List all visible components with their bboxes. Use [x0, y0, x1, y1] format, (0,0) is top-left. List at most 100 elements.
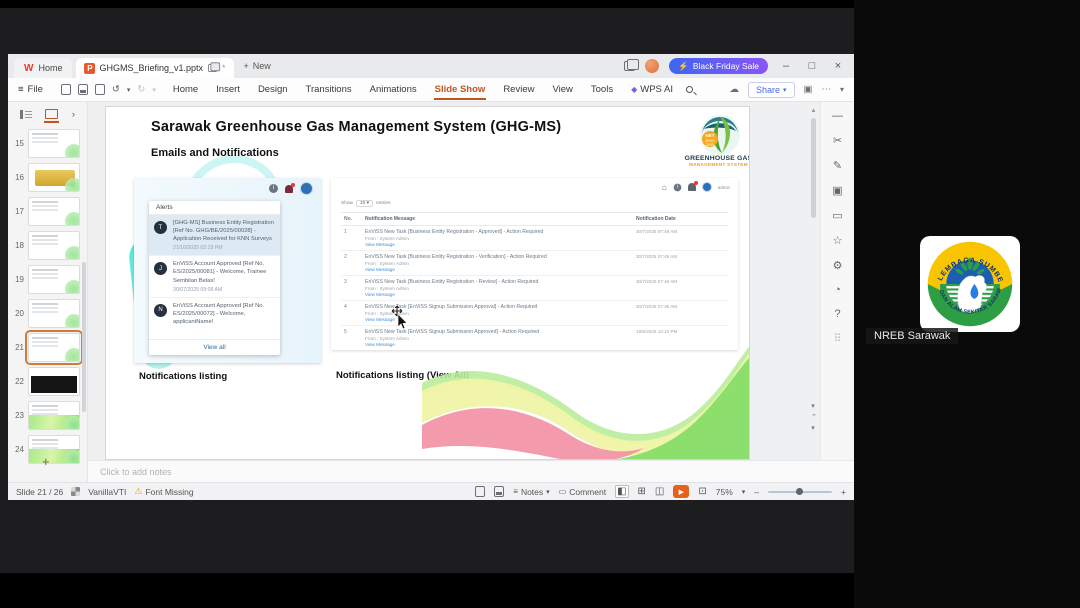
slide-thumbnail-22[interactable] [28, 366, 80, 396]
slide-thumbnail-18[interactable] [28, 230, 80, 260]
ribbon-layout-icon[interactable]: ▣ [804, 84, 813, 95]
status-bar: Slide 21 / 26 VanillaVTI ⚠ Font Missing … [8, 482, 854, 500]
zoom-out-button[interactable]: – [754, 487, 759, 497]
theme-name[interactable]: VanillaVTI [88, 487, 126, 497]
slide-thumbnail-16[interactable] [28, 162, 80, 192]
collapse-strip-icon[interactable]: — [832, 110, 843, 122]
ghgms-logo-text: GREENHOUSE GAS MANAGEMENT SYSTEM [684, 155, 750, 167]
handout-icon[interactable] [494, 486, 505, 497]
menu-design[interactable]: Design [249, 84, 297, 95]
slide-thumbnail-21-selected[interactable] [25, 329, 83, 365]
menu-wps-ai[interactable]: ◆ WPS AI [622, 84, 682, 95]
window-tab-bar: W Home P GHGMS_Briefing_v1.pptx * + New … [8, 54, 854, 78]
notes-input-bar[interactable]: Click to add notes [88, 460, 854, 482]
zoom-slider-handle[interactable] [796, 488, 804, 495]
settings-pane-icon[interactable]: ⚙ [833, 259, 843, 272]
info-icon: i [269, 184, 278, 193]
search-icon[interactable] [685, 86, 693, 93]
slide-thumbnail-20[interactable] [28, 298, 80, 328]
apps-grid-icon[interactable]: ⠿ [833, 332, 841, 345]
fullscreen-button[interactable]: ⊡ [698, 486, 706, 497]
zoom-percentage[interactable]: 75% [716, 487, 733, 497]
panel-scrollbar[interactable] [82, 262, 86, 412]
account-avatar[interactable] [645, 59, 660, 73]
help-icon[interactable]: ? [834, 308, 840, 320]
slide-thumbnail-15[interactable] [28, 128, 80, 158]
scroll-up-icon[interactable]: ▴ [812, 107, 816, 114]
admin-avatar-icon [701, 182, 712, 192]
slide-thumbnail-17[interactable] [28, 196, 80, 226]
slide-21-content[interactable]: Sarawak Greenhouse Gas Management System… [105, 106, 750, 460]
new-tab-button[interactable]: + New [244, 61, 271, 71]
close-button[interactable]: × [830, 60, 846, 72]
minimize-button[interactable]: – [778, 60, 794, 72]
menu-slide-show[interactable]: Slide Show [426, 84, 495, 100]
comment-toggle[interactable]: ▭ Comment [559, 487, 606, 497]
alerts-screenshot: i Alerts T [GHG-MS] Business Entity Regi… [134, 178, 321, 363]
outline-view-icon[interactable] [19, 109, 32, 119]
comment-pane-icon[interactable]: ▭ [832, 209, 842, 222]
redo-caret-icon[interactable]: ▾ [152, 86, 156, 94]
tools-icon[interactable]: ✂ [833, 134, 842, 147]
black-friday-sale-button[interactable]: ⚡ Black Friday Sale [669, 58, 768, 74]
slide-nav-buttons[interactable]: ▾ ⌃ ▾ [808, 402, 818, 432]
document-tab[interactable]: P GHGMS_Briefing_v1.pptx * [76, 58, 234, 78]
more-options-icon[interactable]: ⋯ [821, 84, 831, 95]
zoom-slider[interactable] [768, 488, 833, 495]
home-tab[interactable]: W Home [14, 58, 73, 78]
edit-effects-icon[interactable]: ✎ [833, 159, 842, 172]
play-icon: ▶ [678, 488, 685, 496]
history-pane-icon[interactable]: ◔ [834, 284, 841, 296]
file-menu[interactable]: ≡ File [8, 84, 53, 95]
share-label: Share [755, 84, 780, 95]
slideshow-play-button[interactable]: ▶ [673, 485, 690, 498]
shapes-pane-icon[interactable]: ▣ [832, 184, 842, 197]
print-icon[interactable] [77, 84, 88, 95]
mouse-cursor [391, 305, 408, 330]
alert-avatar: J [154, 262, 167, 276]
menu-review[interactable]: Review [494, 84, 543, 95]
tab-split-icon[interactable] [208, 62, 221, 72]
right-tool-strip: — ✂ ✎ ▣ ▭ ☆ ⚙ ◔ ? ⠿ [820, 102, 854, 482]
scroll-down-icon[interactable]: ▾ [811, 402, 815, 410]
maximize-button[interactable]: □ [804, 60, 820, 72]
next-slide-button[interactable]: ▾ [811, 424, 815, 432]
print-preview-icon[interactable] [94, 84, 105, 95]
menu-animations[interactable]: Animations [361, 84, 426, 95]
slide-thumbnail-19[interactable] [28, 264, 80, 294]
menu-transitions[interactable]: Transitions [297, 84, 361, 95]
previous-slide-button[interactable]: ⌃ [811, 413, 817, 421]
slide-thumbnail-23[interactable] [28, 400, 80, 430]
font-missing-warning[interactable]: ⚠ Font Missing [134, 486, 193, 497]
collapse-ribbon-icon[interactable]: ▾ [840, 85, 844, 94]
normal-view-button[interactable]: ◧ [615, 485, 629, 498]
add-slide-button[interactable]: + [42, 454, 50, 469]
menu-view[interactable]: View [543, 84, 581, 95]
redo-icon[interactable]: ↻ [137, 84, 145, 95]
animation-pane-icon[interactable]: ☆ [833, 234, 843, 247]
notes-placeholder: Click to add notes [100, 466, 172, 477]
scrollbar-thumb[interactable] [811, 118, 816, 218]
window-layout-icon[interactable] [624, 59, 640, 71]
wps-ai-label: WPS AI [640, 84, 673, 95]
slide-view-icon[interactable] [43, 109, 59, 123]
cloud-sync-icon[interactable]: ☁ [729, 84, 739, 95]
collapse-panel-icon[interactable]: › [72, 109, 75, 120]
reading-view-button[interactable]: ◫ [655, 486, 664, 497]
save-icon[interactable] [60, 84, 71, 95]
zoom-caret-icon[interactable]: ▾ [742, 488, 746, 496]
bell-notification-icon [285, 182, 295, 193]
participant-name-label: NREB Sarawak [866, 328, 959, 344]
menu-home[interactable]: Home [164, 84, 207, 95]
undo-icon[interactable]: ↺ [112, 84, 120, 95]
slide-thumbnail-24[interactable] [28, 434, 80, 464]
notes-toggle[interactable]: ≡ Notes ▾ [513, 487, 549, 497]
undo-caret-icon[interactable]: ▾ [127, 86, 131, 94]
menu-insert[interactable]: Insert [207, 84, 249, 95]
share-button[interactable]: Share ▾ [747, 81, 795, 98]
zoom-in-button[interactable]: + [841, 487, 846, 497]
menu-tools[interactable]: Tools [582, 84, 622, 95]
slide-thumbnail-panel: › 15 16 17 18 19 20 21 22 23 24 + [8, 102, 88, 482]
slide-sorter-view-button[interactable]: ⊞ [638, 486, 646, 497]
task-pane-icon[interactable] [475, 486, 486, 497]
